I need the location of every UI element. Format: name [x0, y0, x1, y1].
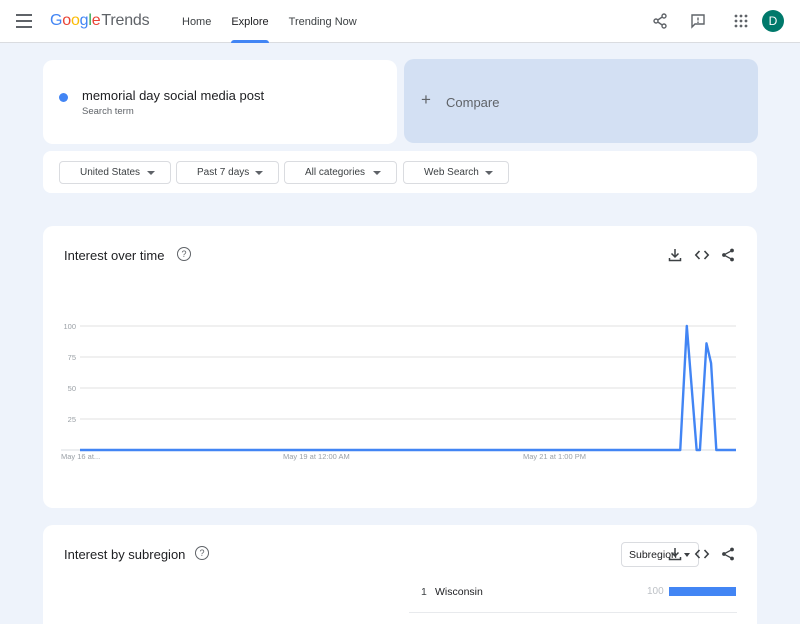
subregion-name: Wisconsin	[435, 586, 483, 598]
google-trends-logo[interactable]: GoogleTrends	[50, 12, 150, 30]
caret-down-icon	[255, 171, 263, 175]
search-term-card[interactable]: memorial day social media post Search te…	[43, 60, 397, 144]
filter-bar: United States Past 7 days All categories…	[43, 151, 757, 193]
share-icon[interactable]	[651, 12, 669, 30]
caret-down-icon	[373, 171, 381, 175]
subregion-rank: 1	[421, 586, 427, 598]
interest-line-chart: 25 50 75 100 May 16 at... May 19 at 12:00 AM M…	[61, 322, 736, 461]
top-app-bar: GoogleTrends Home Explore Trending Now D	[0, 0, 800, 43]
nav-trending-now[interactable]: Trending Now	[279, 0, 367, 43]
search-type-filter[interactable]: Web Search	[403, 161, 509, 184]
embed-code-icon[interactable]	[694, 546, 710, 562]
caret-down-icon	[485, 171, 493, 175]
category-filter-label: All categories	[305, 167, 366, 178]
region-filter-label: United States	[80, 167, 141, 178]
account-avatar[interactable]: D	[762, 10, 784, 32]
subregion-dropdown[interactable]: Subregion	[621, 542, 699, 567]
time-range-filter[interactable]: Past 7 days	[176, 161, 279, 184]
search-type-filter-label: Web Search	[424, 167, 479, 178]
y-tick-label: 50	[68, 384, 76, 393]
caret-down-icon	[147, 171, 155, 175]
time-range-filter-label: Past 7 days	[197, 167, 250, 178]
term-color-dot	[59, 93, 68, 102]
menu-icon[interactable]	[16, 14, 32, 28]
x-tick-label: May 16 at...	[61, 452, 100, 461]
interest-by-subregion-panel: Interest by subregion ? Subregion 1 Wisc…	[43, 525, 757, 624]
subregion-bar	[669, 587, 736, 596]
nav-home[interactable]: Home	[172, 0, 221, 43]
compare-label: Compare	[446, 95, 500, 110]
compare-button[interactable]: + Compare	[404, 59, 758, 143]
subregion-row[interactable]: 1 Wisconsin 100	[409, 575, 737, 613]
apps-grid-icon[interactable]	[732, 12, 750, 30]
category-filter[interactable]: All categories	[284, 161, 397, 184]
y-tick-label: 25	[68, 415, 76, 424]
subregion-value: 100	[647, 586, 664, 597]
region-filter[interactable]: United States	[59, 161, 171, 184]
feedback-icon[interactable]	[689, 12, 707, 30]
search-term-sublabel: Search term	[82, 106, 134, 117]
nav-explore[interactable]: Explore	[221, 0, 278, 43]
main-nav: Home Explore Trending Now	[172, 0, 367, 43]
x-tick-label: May 21 at 1:00 PM	[523, 452, 586, 461]
search-term-text[interactable]: memorial day social media post	[82, 88, 264, 103]
download-icon[interactable]	[667, 546, 683, 562]
y-tick-label: 75	[68, 353, 76, 362]
interest-by-subregion-title: Interest by subregion	[64, 547, 186, 562]
caret-down-icon	[684, 553, 690, 557]
interest-over-time-panel: Interest over time ? 25 50 75 100 May 16 at.…	[43, 226, 757, 508]
x-tick-label: May 19 at 12:00 AM	[283, 452, 350, 461]
y-tick-label: 100	[63, 322, 76, 331]
share-icon[interactable]	[720, 546, 736, 562]
help-icon[interactable]: ?	[195, 546, 209, 560]
plus-icon: +	[421, 90, 431, 109]
